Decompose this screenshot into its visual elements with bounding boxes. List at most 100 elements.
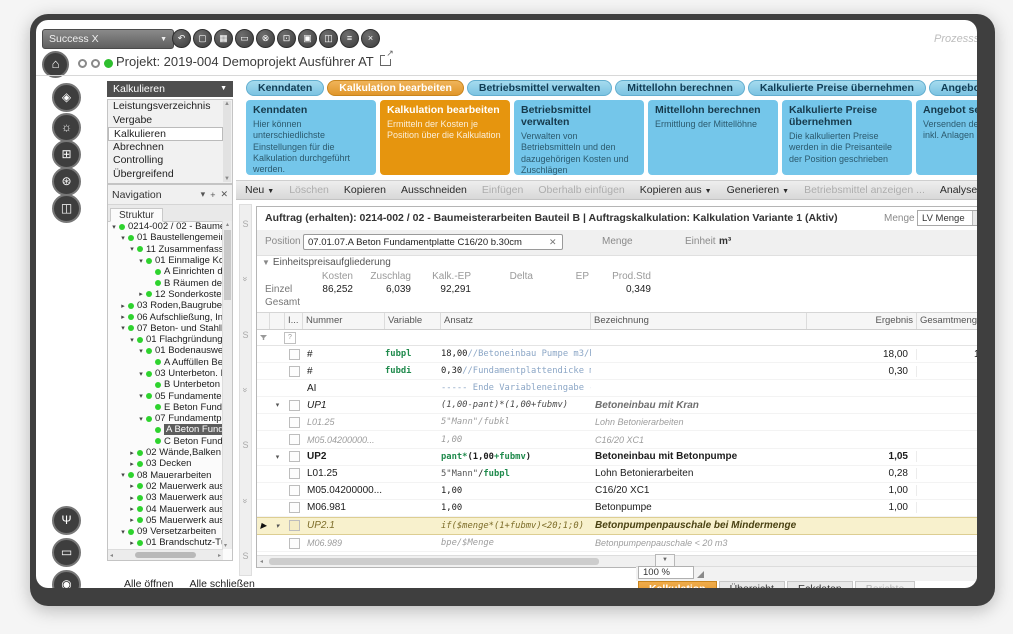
process-tab-1[interactable]: Kenndaten (246, 80, 325, 96)
tree-item[interactable]: ▾ 07 Beton- und Stahlbetonarbe (108, 323, 223, 334)
toolbar-button-kopieren[interactable]: Kopieren (344, 184, 386, 196)
process-tab-5[interactable]: Kalkulierte Preise übernehmen (747, 80, 926, 96)
print-icon[interactable]: ≡ (340, 29, 359, 48)
process-tab-4[interactable]: Mittellohn berechnen (615, 80, 745, 96)
calculator-icon[interactable]: ⊞ (52, 140, 81, 169)
expand-icon[interactable]: ▸ (137, 290, 145, 298)
tree-item[interactable]: ▸ 03 Decken (108, 458, 223, 469)
layout-icon[interactable]: ▭ (235, 29, 254, 48)
tree-item[interactable]: A Einrichten der Baust (108, 266, 223, 277)
toolbar-button-kopieren-aus[interactable]: Kopieren aus ▼ (640, 184, 712, 196)
cut-icon[interactable]: ⊗ (256, 29, 275, 48)
tree-item[interactable]: ▸ 02 Mauerwerk aus Hochloch (108, 481, 223, 492)
collapse-icon[interactable]: ▾ (119, 324, 127, 332)
table-row[interactable]: ▶ ▾ UP2.1 if($menge*(1+fubmv)<20;1;0) Betonp… (257, 516, 977, 536)
expand-icon[interactable]: ▸ (128, 516, 136, 524)
row-checkbox[interactable] (289, 451, 300, 463)
tree-item[interactable]: ▾ 01 Bodenauswechslung u (108, 345, 223, 356)
grid-column-header[interactable]: Variable (385, 313, 441, 329)
tree-item[interactable]: ▾ 01 Einmalige Kosten der (108, 255, 223, 266)
table-row[interactable]: M06.989 bpe/$Menge Betonpumpenpauschale < … (257, 535, 977, 553)
tree-item[interactable]: ▸ 03 Mauerwerk aus Betonste (108, 492, 223, 503)
collapse-icon[interactable]: ▾ (137, 257, 145, 265)
table-row[interactable]: ▾ UP1 (1,00-pant)*(1,00+fubmv) Betoneinbau … (257, 397, 977, 415)
tab-struktur[interactable]: Struktur (110, 208, 164, 222)
ep-section-title[interactable]: ▼ Einheitspreisaufgliederung (262, 257, 391, 268)
collapse-icon[interactable]: ▾ (270, 401, 285, 409)
sidebar-item-abrechnen[interactable]: Abrechnen (108, 141, 223, 155)
bottom-tab-kalkulation[interactable]: Kalkulation (638, 581, 717, 588)
expand-icon[interactable]: ▸ (128, 482, 136, 490)
process-tab-2[interactable]: Kalkulation bearbeiten (327, 80, 464, 96)
process-card-1[interactable]: Kenndaten Hier können unterschiedlichste … (246, 100, 376, 175)
toolbar-button-analyse[interactable]: Analyse▼ (940, 184, 977, 196)
resize-grip-icon[interactable] (697, 571, 704, 578)
table-icon[interactable]: ▦ (214, 29, 233, 48)
grid-column-header[interactable]: Ansatz (441, 313, 591, 329)
row-checkbox[interactable] (289, 416, 300, 428)
process-tab-6[interactable]: Angebot senden (928, 80, 977, 96)
toolbar-button-ausschneiden[interactable]: Ausschneiden (401, 184, 467, 196)
row-checkbox[interactable] (289, 468, 300, 480)
expand-icon[interactable]: ▸ (128, 460, 136, 468)
tree-item[interactable]: A Beton Fundamentpl (108, 424, 223, 436)
table-row[interactable]: #fubdi0,30//Fundamentplattendicke m0,300… (257, 363, 977, 381)
collapse-icon[interactable]: ▾ (119, 528, 127, 536)
tree-item[interactable]: ▸ 02 Wände,Balken und Stütze (108, 447, 223, 458)
expand-icon[interactable]: ▸ (119, 302, 127, 310)
collapse-icon[interactable]: ▾ (137, 392, 145, 400)
undo-icon[interactable]: ↶ (172, 29, 191, 48)
tree-item[interactable]: ▸ 01 Brandschutz-Türelement (108, 537, 223, 548)
grid-column-header[interactable]: Bezeichnung (591, 313, 807, 329)
tree-item[interactable]: ▾ 01 Baustellengemeinkosten (108, 232, 223, 243)
toolbar-button-generieren[interactable]: Generieren ▼ (727, 184, 789, 196)
expand-icon[interactable]: ▸ (128, 494, 136, 502)
sun-icon[interactable]: ☼ (52, 113, 81, 142)
tree-item[interactable]: ▸ 06 Aufschließung, Infrastruktur (108, 311, 223, 323)
row-checkbox[interactable] (289, 502, 300, 514)
module-dropdown[interactable]: Kalkulieren ▼ (107, 81, 233, 97)
paste-icon[interactable]: ▣ (298, 29, 317, 48)
tree-item[interactable]: ▾ 0214-002 / 02 - Baumeisterarbei (108, 221, 223, 232)
bottom-tab-übersicht[interactable]: Übersicht (718, 581, 785, 588)
grid-column-header[interactable]: Nummer (303, 313, 385, 329)
tree-item[interactable]: E Beton Fundament C2 (108, 402, 223, 413)
tree-item[interactable]: B Unterbeton C12/15 ( (108, 379, 223, 390)
chevron-down-icon[interactable]: ▾ (201, 189, 206, 200)
collapsed-splitter[interactable]: S » S » S » S (239, 204, 252, 576)
collapse-icon[interactable]: ▾ (119, 471, 127, 479)
pin-icon[interactable]: + (210, 190, 215, 200)
workstation-icon[interactable]: ◉ (52, 570, 81, 588)
process-tab-3[interactable]: Betriebsmittel verwalten (466, 80, 613, 96)
scales-icon[interactable]: Ψ (52, 506, 81, 535)
table-row[interactable]: AI ----- Ende Variableneingabe ------ (257, 380, 977, 398)
panel-icon[interactable]: ◫ (52, 194, 81, 223)
tree-item[interactable]: ▸ 05 Mauerwerk aus Schalst-u (108, 515, 223, 526)
collapse-icon[interactable]: ▾ (119, 234, 127, 242)
close-icon[interactable]: ✕ (220, 189, 228, 200)
tree-item[interactable]: A Auffüllen Beton C8/ (108, 357, 223, 368)
clear-icon[interactable]: ✕ (549, 237, 557, 248)
table-row[interactable]: # fubpl 18,00//Betoneinbau Pumpe m3/h 18,00… (257, 346, 977, 364)
tree-item[interactable]: C Beton Fundamentpla (108, 436, 223, 447)
app-selector-dropdown[interactable]: Success X ▼ (42, 29, 174, 49)
tree-item[interactable]: ▾ 01 Flachgründungen, Boden (108, 334, 223, 345)
process-card-3[interactable]: Betriebsmittel verwalten Verwalten von Be… (514, 100, 644, 175)
process-card-6[interactable]: Angebot senden Versenden des Angebots ink… (916, 100, 977, 175)
external-link-icon[interactable] (379, 48, 394, 66)
table-row[interactable]: L01.25 5"Mann"/fubkl Lohn Betonierarbeiten (257, 414, 977, 432)
sidebar-item-vergabe[interactable]: Vergabe (108, 114, 223, 128)
grid-column-header[interactable]: I... (285, 313, 303, 329)
row-checkbox[interactable] (289, 537, 300, 549)
gear-icon[interactable]: ⊛ (52, 167, 81, 196)
tree-vertical-scrollbar[interactable]: ▴ ▾ (222, 221, 232, 549)
collapse-icon[interactable]: ▾ (137, 347, 145, 355)
row-checkbox[interactable] (289, 365, 300, 377)
tree-item[interactable]: ▸ 12 Sonderkosten der Bauste (108, 289, 223, 300)
row-checkbox[interactable] (289, 434, 300, 446)
tree-item[interactable]: ▾ 09 Versetzarbeiten (108, 526, 223, 537)
table-row[interactable]: ▾ UP2 pant*(1,00+fubmv) Betoneinbau mit Bet… (257, 449, 977, 466)
expand-icon[interactable]: ▸ (128, 449, 136, 457)
home-icon[interactable]: ⌂ (42, 51, 69, 78)
grid-filter-row[interactable]: ? (257, 330, 977, 346)
